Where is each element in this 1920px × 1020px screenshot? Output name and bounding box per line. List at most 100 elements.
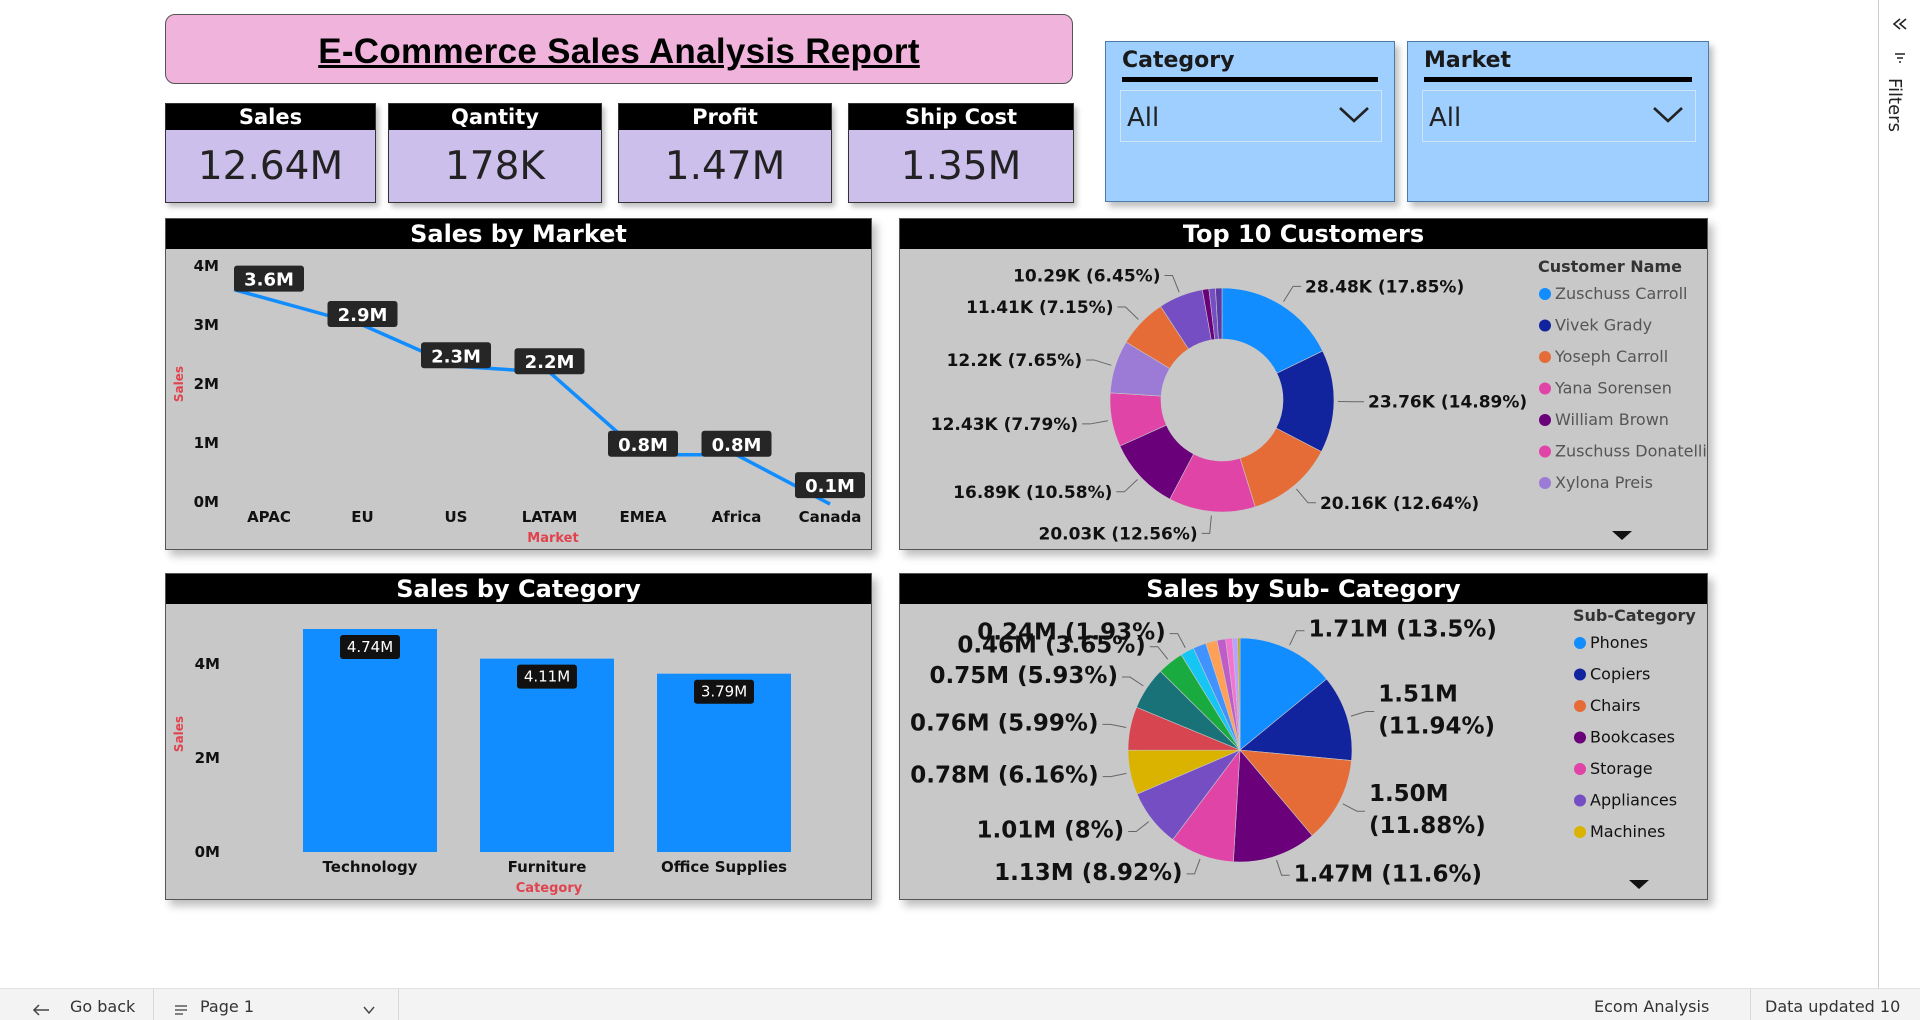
- data-updated-label: Data updated 10: [1765, 997, 1901, 1016]
- data-label: 0.78M (6.16%): [910, 763, 1098, 789]
- data-label: 2.2M: [525, 352, 575, 373]
- x-tick-label: LATAM: [522, 508, 578, 526]
- legend-marker: [1574, 731, 1586, 744]
- legend-item: Zuschuss Carroll: [1555, 284, 1687, 303]
- kpi-card-ship-cost[interactable]: Ship Cost 1.35M: [848, 103, 1074, 203]
- filters-label: Filters: [1884, 78, 1905, 132]
- chevron-down-icon: [1653, 107, 1683, 123]
- kpi-label: Profit: [619, 104, 831, 130]
- data-label: 10.29K (6.45%): [1013, 266, 1160, 286]
- legend-marker: [1574, 668, 1586, 681]
- kpi-label: Qantity: [389, 104, 601, 130]
- data-label: 0.24M (1.93%): [977, 620, 1165, 646]
- leader-line: [1283, 285, 1302, 302]
- legend-marker: [1574, 637, 1586, 649]
- data-label: 12.2K (7.65%): [947, 351, 1083, 371]
- leader-line: [1169, 633, 1186, 648]
- report-name: Ecom Analysis: [1594, 997, 1710, 1016]
- data-label: 1.01M (8%): [976, 818, 1124, 844]
- data-label: 20.16K (12.64%): [1320, 494, 1479, 514]
- leader-line: [1102, 772, 1127, 778]
- legend-item: Copiers: [1590, 665, 1650, 684]
- kpi-card-profit[interactable]: Profit 1.47M: [618, 103, 832, 203]
- report-canvas: E-Commerce Sales Analysis Report Sales 1…: [0, 0, 1920, 1020]
- leader-line: [1082, 420, 1108, 425]
- data-label: 3.6M: [244, 270, 294, 291]
- back-arrow-icon[interactable]: [32, 1003, 50, 1017]
- data-label: 20.03K (12.56%): [1038, 524, 1197, 544]
- sales-by-market-visual[interactable]: Sales by Market 0M 1M 2M 3M 4M APAC EU US LATAM E…: [165, 218, 872, 550]
- leader-line: [1342, 803, 1365, 812]
- category-slicer[interactable]: Category All: [1105, 41, 1395, 202]
- x-tick-label: EU: [351, 508, 373, 526]
- leader-line: [1116, 479, 1138, 493]
- legend-marker: [1539, 319, 1551, 332]
- leader-line: [1086, 359, 1112, 366]
- data-label: 0.1M: [805, 476, 855, 497]
- go-back-button[interactable]: Go back: [70, 997, 135, 1016]
- report-title: E-Commerce Sales Analysis Report: [318, 32, 920, 71]
- data-label: 0.75M (5.93%): [930, 663, 1118, 689]
- page-selector[interactable]: Page 1: [200, 997, 254, 1016]
- market-dropdown[interactable]: All: [1422, 90, 1696, 142]
- legend-marker: [1539, 477, 1551, 489]
- sales-by-subcategory-visual[interactable]: Sales by Sub- Category 1.71M (13.5%) 1.51…: [899, 573, 1708, 900]
- data-label: 1.51M: [1378, 681, 1458, 707]
- y-axis-title: Sales: [172, 366, 186, 402]
- slicer-underline: [1122, 77, 1378, 82]
- filter-icon: [1895, 53, 1905, 63]
- legend-marker: [1539, 445, 1551, 458]
- x-tick-label: APAC: [247, 508, 291, 526]
- y-tick-label: 2M: [194, 375, 219, 393]
- leader-line: [1102, 723, 1127, 728]
- sales-line: [233, 287, 831, 506]
- y-tick-label: 1M: [194, 434, 219, 452]
- sales-by-market-chart: 0M 1M 2M 3M 4M APAC EU US LATAM EMEA Africa Canada 3…: [172, 257, 865, 546]
- chevron-down-icon[interactable]: [362, 1005, 376, 1015]
- x-tick-label: EMEA: [619, 508, 666, 526]
- dropdown-value: All: [1127, 103, 1160, 133]
- report-title-card: E-Commerce Sales Analysis Report: [165, 14, 1073, 84]
- legend-item: Appliances: [1590, 791, 1677, 810]
- market-slicer[interactable]: Market All: [1407, 41, 1709, 202]
- x-tick-label: US: [445, 508, 468, 526]
- kpi-card-quantity[interactable]: Qantity 178K: [388, 103, 602, 203]
- y-tick-label: 2M: [195, 749, 220, 767]
- sales-by-subcategory-chart: 1.71M (13.5%) 1.51M (11.94%) 1.50M (11.88%) 1…: [910, 606, 1696, 889]
- sales-by-category-visual[interactable]: Sales by Category 0M 2M 4M 4.74M Technology 4…: [165, 573, 872, 900]
- status-bar: Go back Page 1 Ecom Analysis Data update…: [0, 988, 1920, 1020]
- data-label: 28.48K (17.85%): [1305, 277, 1464, 297]
- data-label: 1.71M (13.5%): [1308, 617, 1496, 643]
- legend-marker: [1574, 700, 1586, 712]
- category-dropdown[interactable]: All: [1120, 90, 1382, 142]
- data-label: 0.76M (5.99%): [910, 710, 1098, 736]
- x-tick-label: Office Supplies: [661, 858, 787, 876]
- slicer-title: Market: [1424, 48, 1512, 73]
- data-label: 12.43K (7.79%): [931, 415, 1078, 435]
- page-icon: [175, 1005, 187, 1015]
- legend-marker: [1574, 763, 1586, 775]
- legend-marker: [1539, 382, 1551, 395]
- legend-title: Sub-Category: [1573, 606, 1696, 625]
- leader-line: [1350, 710, 1375, 717]
- data-label: 3.79M: [701, 683, 747, 701]
- data-label: 4.11M: [524, 668, 570, 686]
- leader-line: [1289, 630, 1305, 646]
- data-label: 2.9M: [338, 305, 388, 326]
- kpi-card-sales[interactable]: Sales 12.64M: [165, 103, 376, 203]
- filters-pane[interactable]: Filters: [1878, 0, 1920, 988]
- legend-marker: [1574, 794, 1586, 807]
- legend-marker: [1539, 414, 1551, 426]
- top-customers-visual[interactable]: Top 10 Customers 28.48K (17.85%) 23.76K (…: [899, 218, 1708, 550]
- slicer-title: Category: [1122, 48, 1235, 73]
- x-tick-label: Technology: [323, 858, 418, 876]
- top-customers-chart: 28.48K (17.85%) 23.76K (14.89%) 20.16K (12…: [931, 257, 1707, 544]
- divider: [1750, 989, 1751, 1020]
- leader-line: [1164, 274, 1180, 293]
- legend-title: Customer Name: [1538, 257, 1682, 276]
- leader-line: [1201, 515, 1212, 534]
- collapse-icon[interactable]: [1890, 16, 1910, 32]
- kpi-value: 178K: [444, 144, 545, 189]
- kpi-label: Sales: [166, 104, 375, 130]
- leader-line: [1121, 676, 1144, 687]
